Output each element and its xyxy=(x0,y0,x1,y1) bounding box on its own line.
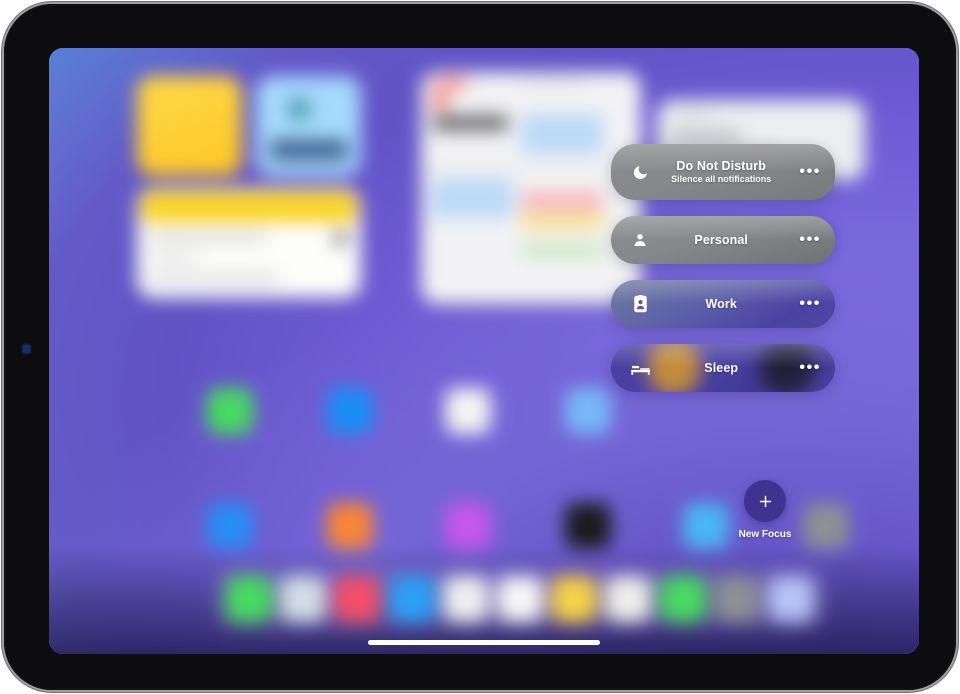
calendar-divider xyxy=(429,164,633,167)
dock-app-facetime[interactable] xyxy=(659,576,706,622)
widget-line xyxy=(671,112,713,118)
app-settings[interactable] xyxy=(803,503,849,549)
front-camera-icon xyxy=(23,345,30,353)
focus-title: Personal xyxy=(694,232,748,247)
dock xyxy=(214,568,826,630)
calendar-event xyxy=(521,212,603,230)
calendar-event xyxy=(431,178,513,218)
calendar-title xyxy=(433,116,508,130)
app-mail[interactable] xyxy=(327,388,373,434)
note-line xyxy=(149,234,267,241)
plus-icon xyxy=(744,480,786,522)
new-focus-button[interactable]: New Focus xyxy=(737,480,793,540)
app-podcasts[interactable] xyxy=(445,503,491,549)
focus-row-work[interactable]: Work ••• xyxy=(611,280,835,328)
tablet-screen: Do Not Disturb Silence all notifications… xyxy=(49,48,919,654)
focus-title: Do Not Disturb xyxy=(676,158,766,173)
dock-app-messages[interactable] xyxy=(226,576,272,622)
focus-row-do-not-disturb[interactable]: Do Not Disturb Silence all notifications… xyxy=(611,144,835,200)
note-line xyxy=(149,274,279,282)
new-focus-label: New Focus xyxy=(738,529,792,540)
focus-modes-panel: Do Not Disturb Silence all notifications… xyxy=(611,144,835,408)
focus-more-button[interactable]: ••• xyxy=(799,232,821,248)
tablet-device: Do Not Disturb Silence all notifications… xyxy=(3,3,957,691)
moon-icon xyxy=(623,164,657,181)
note-badge xyxy=(334,232,347,245)
focus-row-personal[interactable]: Personal ••• xyxy=(611,216,835,264)
home-indicator[interactable] xyxy=(368,640,600,645)
focus-row-sleep[interactable]: Sleep ••• xyxy=(611,344,835,392)
dock-app-notes[interactable] xyxy=(442,576,489,622)
app-music[interactable] xyxy=(327,503,373,549)
widget-line xyxy=(671,132,741,141)
dock-app-mail[interactable] xyxy=(388,576,435,622)
app-files[interactable] xyxy=(445,388,491,434)
dock-app-keynote[interactable] xyxy=(605,576,652,622)
calendar-event xyxy=(521,114,603,154)
focus-more-button[interactable]: ••• xyxy=(799,360,821,376)
app-messages[interactable] xyxy=(207,388,253,434)
calendar-date-label xyxy=(433,80,467,88)
dock-app-photos[interactable] xyxy=(497,576,543,622)
activity-ring-icon xyxy=(280,90,318,128)
focus-more-button[interactable]: ••• xyxy=(799,164,821,180)
dock-app-settings[interactable] xyxy=(713,576,760,622)
app-appstore[interactable] xyxy=(207,503,253,549)
dock-app-files[interactable] xyxy=(551,576,598,622)
focus-subtitle: Silence all notifications xyxy=(671,174,772,185)
person-icon xyxy=(623,232,657,248)
fitness-bar xyxy=(270,140,348,160)
notes-square-widget[interactable] xyxy=(137,76,242,176)
calendar-widget[interactable] xyxy=(421,72,641,304)
dock-app-music[interactable] xyxy=(334,576,381,622)
dock-app-appstore[interactable] xyxy=(768,576,814,622)
focus-title: Sleep xyxy=(704,360,739,375)
bed-icon xyxy=(623,361,657,376)
fitness-widget[interactable] xyxy=(256,76,361,176)
id-card-icon xyxy=(623,295,657,313)
app-store[interactable] xyxy=(565,388,611,434)
focus-title: Work xyxy=(705,296,737,311)
note-line xyxy=(149,254,197,261)
app-tv[interactable] xyxy=(565,503,611,549)
note-header-band xyxy=(141,192,357,222)
calendar-event xyxy=(521,244,603,257)
app-weather[interactable] xyxy=(683,503,729,549)
dock-app-safari[interactable] xyxy=(280,576,327,622)
focus-more-button[interactable]: ••• xyxy=(799,296,821,312)
calendar-subtitle xyxy=(524,80,584,86)
notes-wide-widget[interactable] xyxy=(137,188,361,298)
calendar-avatar xyxy=(433,94,448,109)
calendar-event xyxy=(521,192,603,210)
